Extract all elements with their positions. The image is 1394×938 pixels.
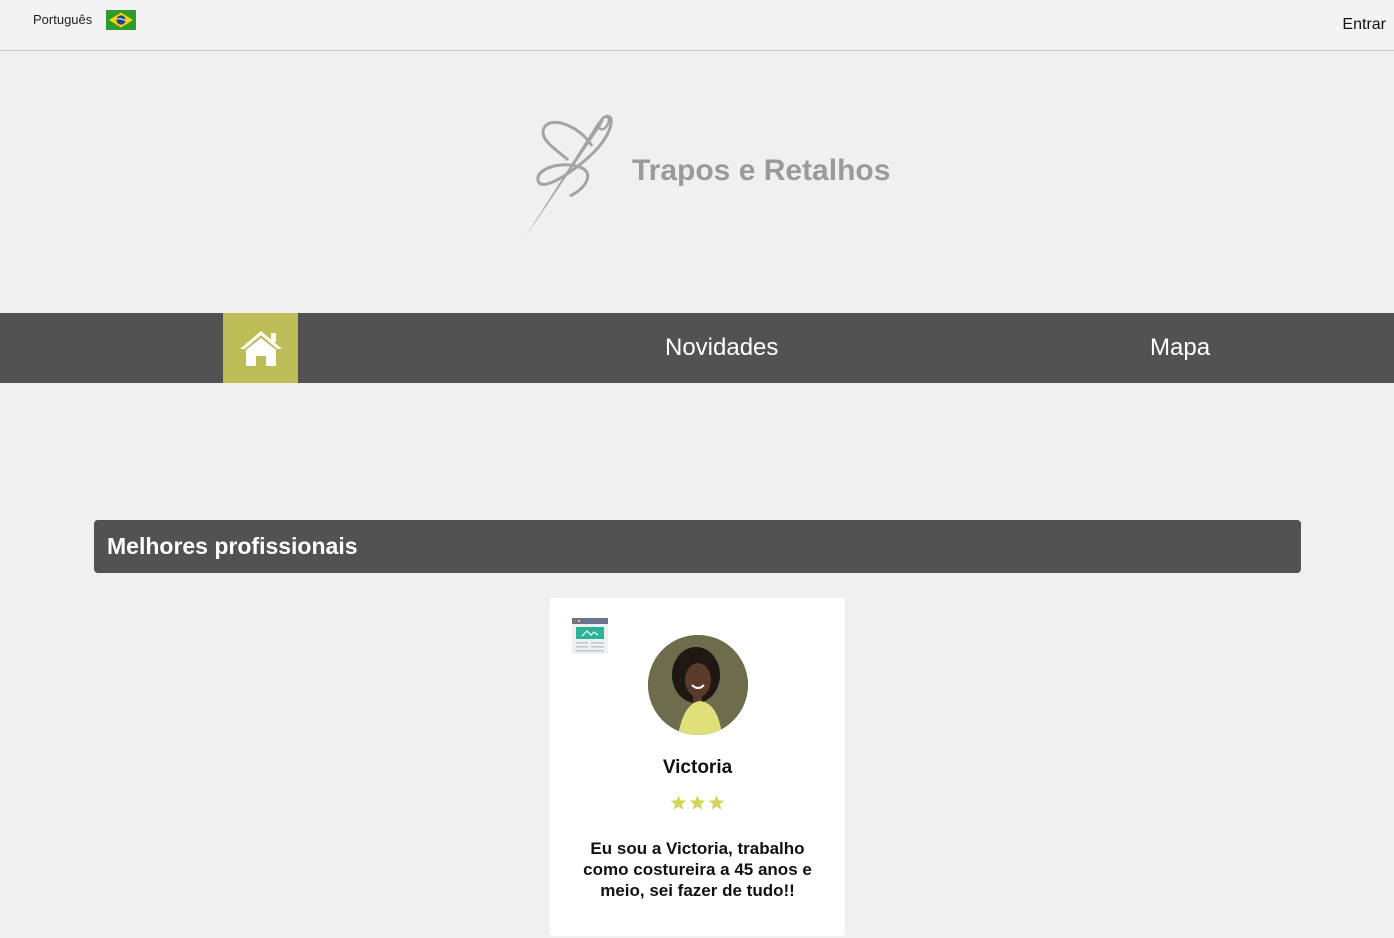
- professional-card[interactable]: Victoria Eu sou a Victoria, trabalho com…: [550, 598, 845, 936]
- main-nav: Novidades Mapa: [0, 313, 1394, 383]
- section-title: Melhores profissionais: [94, 520, 1301, 573]
- home-icon: [239, 331, 282, 366]
- language-label[interactable]: Português: [33, 12, 92, 27]
- profile-photo: [648, 635, 748, 735]
- star-icon: [708, 795, 725, 810]
- top-bar: Português Entrar: [0, 0, 1394, 51]
- nav-item-mapa[interactable]: Mapa: [1150, 313, 1210, 383]
- login-link[interactable]: Entrar: [1342, 16, 1386, 34]
- home-button[interactable]: [223, 313, 298, 383]
- nav-item-novidades[interactable]: Novidades: [665, 313, 778, 383]
- star-icon: [670, 795, 687, 810]
- brazil-flag-icon[interactable]: [106, 10, 136, 30]
- website-icon[interactable]: [572, 618, 608, 654]
- needle-thread-logo[interactable]: [520, 108, 620, 240]
- star-icon: [689, 795, 706, 810]
- rating-stars: [550, 794, 845, 811]
- professional-name: Victoria: [662, 757, 733, 778]
- professional-description: Eu sou a Victoria, trabalho como costure…: [583, 839, 812, 900]
- site-title[interactable]: Trapos e Retalhos: [632, 154, 890, 188]
